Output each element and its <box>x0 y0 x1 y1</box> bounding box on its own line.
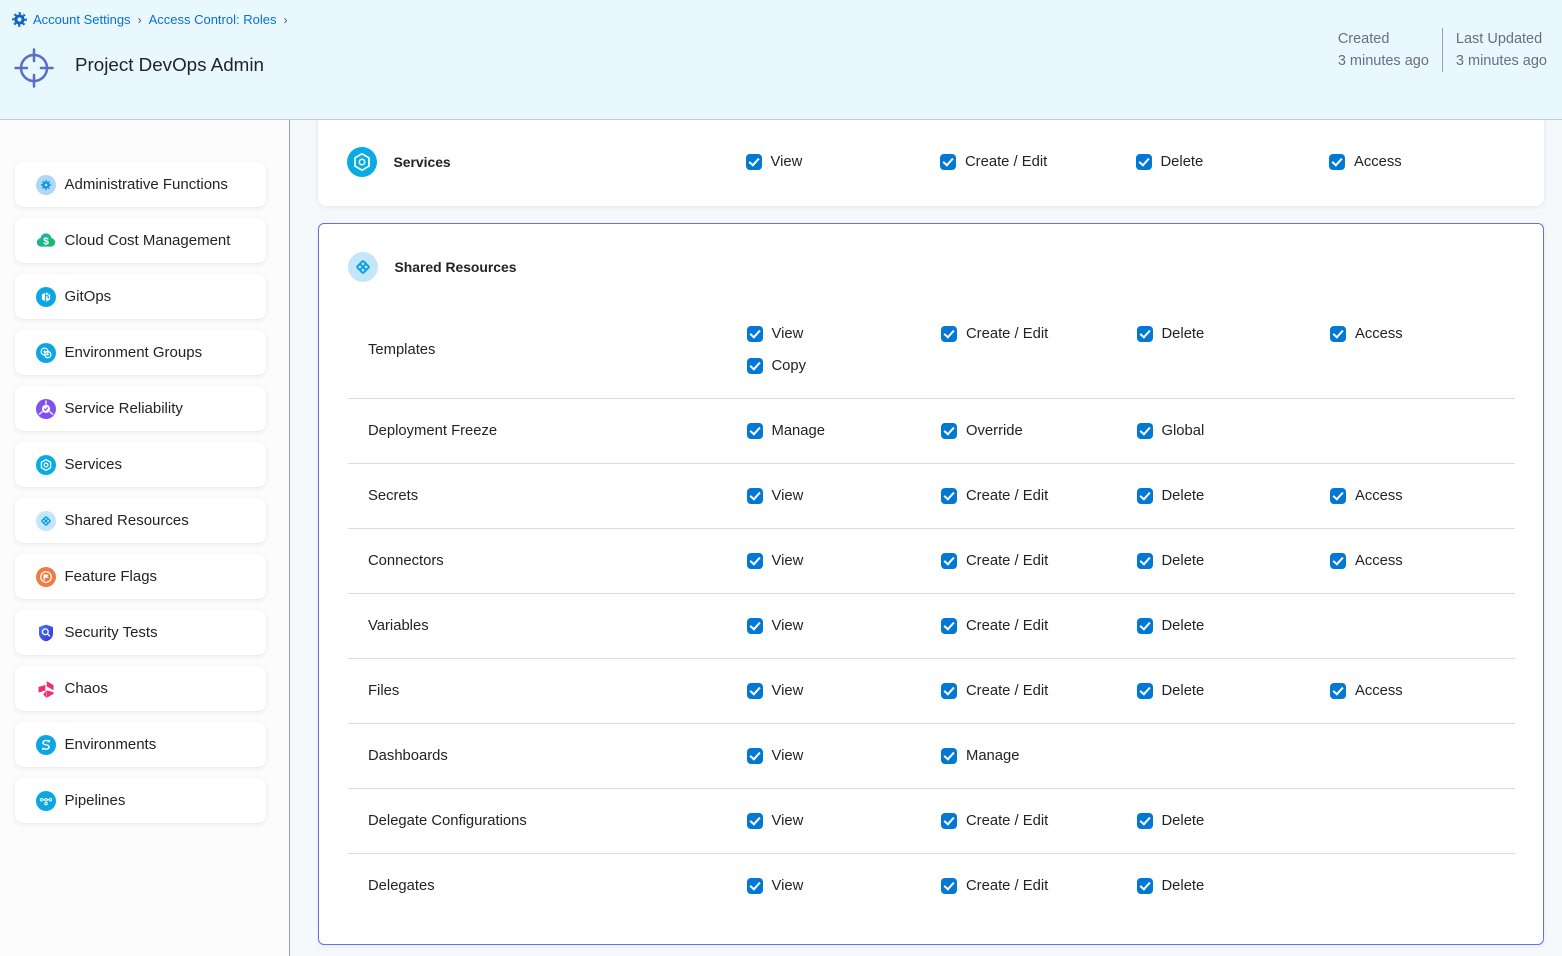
svg-text:$: $ <box>43 235 49 247</box>
